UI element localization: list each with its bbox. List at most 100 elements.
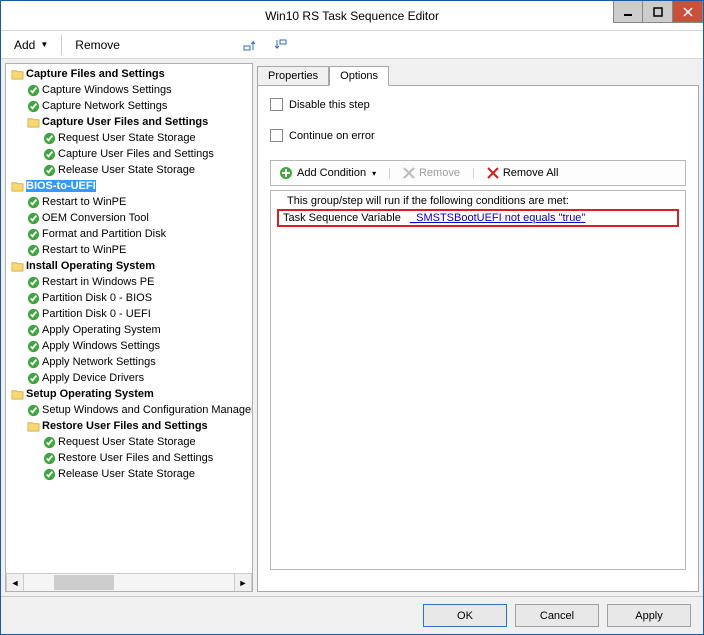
tree-item[interactable]: Partition Disk 0 - BIOS: [8, 290, 252, 306]
remove-button[interactable]: Remove: [68, 35, 127, 55]
folder-icon: [10, 259, 24, 273]
move-down-icon[interactable]: [267, 35, 295, 55]
separator: [61, 35, 62, 55]
tree-item[interactable]: Capture Network Settings: [8, 98, 252, 114]
tree-item[interactable]: Release User State Storage: [8, 162, 252, 178]
check-icon: [26, 243, 40, 257]
continue-on-error-checkbox[interactable]: [270, 129, 283, 142]
tree-item[interactable]: Capture Windows Settings: [8, 82, 252, 98]
disable-step-checkbox[interactable]: [270, 98, 283, 111]
horizontal-scrollbar[interactable]: ◄ ►: [6, 573, 252, 591]
tree-item[interactable]: Capture Files and Settings: [8, 66, 252, 82]
check-icon: [42, 467, 56, 481]
continue-on-error-row[interactable]: Continue on error: [270, 129, 686, 142]
check-icon: [26, 211, 40, 225]
title-bar: Win10 RS Task Sequence Editor: [1, 1, 703, 31]
folder-icon: [10, 67, 24, 81]
close-button[interactable]: [673, 1, 703, 23]
folder-icon: [10, 179, 24, 193]
move-up-icon[interactable]: [235, 35, 263, 55]
condition-toolbar: Add Condition ▾ | Remove | Remove All: [270, 160, 686, 186]
tree-item[interactable]: Format and Partition Disk: [8, 226, 252, 242]
check-icon: [26, 403, 40, 417]
conditions-list[interactable]: This group/step will run if the followin…: [270, 190, 686, 570]
apply-button[interactable]: Apply: [607, 604, 691, 627]
tree-item-label: Partition Disk 0 - BIOS: [42, 292, 152, 304]
tree-item[interactable]: Request User State Storage: [8, 434, 252, 450]
scroll-right-arrow[interactable]: ►: [234, 574, 252, 591]
remove-all-button[interactable]: Remove All: [485, 166, 561, 180]
tab-options[interactable]: Options: [329, 66, 389, 86]
tree-item[interactable]: Partition Disk 0 - UEFI: [8, 306, 252, 322]
window-title: Win10 RS Task Sequence Editor: [1, 9, 703, 23]
tree-item[interactable]: Release User State Storage: [8, 466, 252, 482]
tab-strip: Properties Options: [257, 63, 699, 85]
check-icon: [42, 131, 56, 145]
tree-item-label: Restart to WinPE: [42, 196, 126, 208]
tree-item-label: Capture Network Settings: [42, 100, 167, 112]
tree-item-label: Restart in Windows PE: [42, 276, 154, 288]
tree-item-label: Restart to WinPE: [42, 244, 126, 256]
tree-item-label: Capture Files and Settings: [26, 68, 165, 80]
disable-step-label: Disable this step: [289, 99, 370, 111]
tree-item-label: Request User State Storage: [58, 436, 196, 448]
scroll-left-arrow[interactable]: ◄: [6, 574, 24, 591]
x-icon: [403, 167, 415, 179]
check-icon: [42, 147, 56, 161]
scroll-track[interactable]: [24, 574, 234, 591]
add-button[interactable]: Add▼: [7, 35, 55, 55]
remove-condition-button[interactable]: Remove: [401, 166, 462, 180]
check-icon: [26, 227, 40, 241]
tree-item[interactable]: Restart to WinPE: [8, 194, 252, 210]
check-icon: [26, 275, 40, 289]
check-icon: [26, 371, 40, 385]
task-sequence-tree[interactable]: Capture Files and Settings Capture Window…: [6, 64, 252, 573]
tree-item[interactable]: Install Operating System: [8, 258, 252, 274]
tree-item-label: Apply Device Drivers: [42, 372, 144, 384]
check-icon: [26, 355, 40, 369]
ok-button[interactable]: OK: [423, 604, 507, 627]
chevron-down-icon: ▾: [372, 169, 376, 178]
tree-item[interactable]: Restore User Files and Settings: [8, 450, 252, 466]
disable-step-row[interactable]: Disable this step: [270, 98, 686, 111]
tree-item-label: Install Operating System: [26, 260, 155, 272]
continue-on-error-label: Continue on error: [289, 130, 375, 142]
tree-item-label: Release User State Storage: [58, 468, 195, 480]
cancel-button[interactable]: Cancel: [515, 604, 599, 627]
tree-item-label: Capture User Files and Settings: [58, 148, 214, 160]
check-icon: [26, 291, 40, 305]
tree-item[interactable]: Request User State Storage: [8, 130, 252, 146]
tree-item-label: Request User State Storage: [58, 132, 196, 144]
tree-item-label: Capture Windows Settings: [42, 84, 172, 96]
tree-item[interactable]: BIOS-to-UEFI: [8, 178, 252, 194]
tab-properties[interactable]: Properties: [257, 66, 329, 86]
tree-item[interactable]: Restart to WinPE: [8, 242, 252, 258]
right-pane: Properties Options Disable this step Con…: [257, 63, 699, 592]
tree-item[interactable]: Restart in Windows PE: [8, 274, 252, 290]
condition-link[interactable]: _SMSTSBootUEFI not equals "true": [410, 212, 585, 224]
check-icon: [42, 163, 56, 177]
maximize-button[interactable]: [643, 1, 673, 23]
tree-item[interactable]: Setup Windows and Configuration Manager: [8, 402, 252, 418]
conditions-header: This group/step will run if the followin…: [277, 195, 679, 207]
tree-item[interactable]: Setup Operating System: [8, 386, 252, 402]
check-icon: [26, 323, 40, 337]
tree-item[interactable]: Apply Windows Settings: [8, 338, 252, 354]
scroll-thumb[interactable]: [54, 575, 114, 590]
tree-item[interactable]: Restore User Files and Settings: [8, 418, 252, 434]
tree-item[interactable]: OEM Conversion Tool: [8, 210, 252, 226]
tree-item-label: BIOS-to-UEFI: [26, 180, 96, 192]
tree-item-label: Apply Operating System: [42, 324, 161, 336]
tree-pane: Capture Files and Settings Capture Window…: [5, 63, 253, 592]
tree-item[interactable]: Capture User Files and Settings: [8, 114, 252, 130]
tree-item[interactable]: Capture User Files and Settings: [8, 146, 252, 162]
condition-row[interactable]: Task Sequence Variable _SMSTSBootUEFI no…: [277, 209, 679, 227]
tree-item[interactable]: Apply Device Drivers: [8, 370, 252, 386]
tree-item[interactable]: Apply Network Settings: [8, 354, 252, 370]
tree-item[interactable]: Apply Operating System: [8, 322, 252, 338]
options-panel: Disable this step Continue on error Add …: [257, 85, 699, 592]
add-condition-button[interactable]: Add Condition ▾: [277, 165, 378, 181]
minimize-button[interactable]: [613, 1, 643, 23]
condition-prefix: Task Sequence Variable: [283, 212, 401, 224]
tree-item-label: Apply Network Settings: [42, 356, 156, 368]
